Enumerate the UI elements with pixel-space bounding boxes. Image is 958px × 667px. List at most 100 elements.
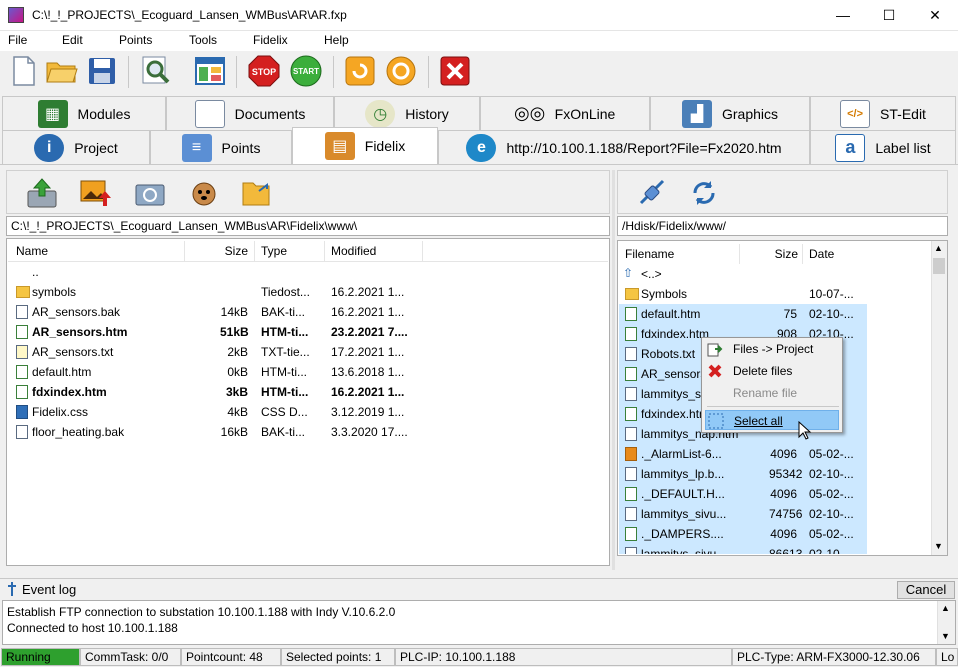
refresh-button[interactable] bbox=[383, 53, 419, 89]
minimize-button[interactable]: — bbox=[820, 0, 866, 31]
cell-filename: Symbols bbox=[641, 287, 688, 301]
dog-button[interactable] bbox=[186, 175, 222, 211]
pin-icon[interactable] bbox=[6, 581, 18, 597]
menu-tools[interactable]: Tools bbox=[189, 33, 217, 47]
local-path-field[interactable]: C:\!_!_PROJECTS\_Ecoguard_Lansen_WMBus\A… bbox=[6, 216, 610, 236]
tab-fxonline[interactable]: ◎◎ FxOnLine bbox=[480, 96, 650, 130]
column-divider bbox=[184, 241, 185, 261]
upload-disk-icon bbox=[27, 178, 57, 208]
table-row[interactable]: lammitys_lp.b... 95342 02-10-... bbox=[619, 464, 867, 484]
cell-size: 95342 bbox=[769, 467, 803, 481]
tab-documents[interactable]: Documents bbox=[166, 96, 334, 130]
open-folder-icon bbox=[46, 62, 78, 83]
table-row[interactable]: lammitys_sivu... 74756 02-10-... bbox=[619, 504, 867, 524]
mouse-cursor-icon bbox=[798, 421, 812, 440]
tab-label-list[interactable]: a Label list bbox=[810, 130, 956, 164]
menu-edit[interactable]: Edit bbox=[62, 33, 83, 47]
exit-button[interactable] bbox=[437, 53, 473, 89]
menu-file[interactable]: File bbox=[8, 33, 27, 47]
col-type[interactable]: Type bbox=[261, 244, 287, 258]
sync-button[interactable] bbox=[686, 175, 722, 211]
new-file-button[interactable] bbox=[6, 53, 42, 89]
tab-project[interactable]: i Project bbox=[2, 130, 150, 164]
close-button[interactable]: ✕ bbox=[912, 0, 958, 31]
table-row[interactable]: ._AlarmList-6... 4096 05-02-... bbox=[619, 444, 867, 464]
tab-graphics[interactable]: ▟ Graphics bbox=[650, 96, 810, 130]
reload-button[interactable] bbox=[342, 53, 378, 89]
clock-icon: ◷ bbox=[365, 99, 396, 128]
connect-button[interactable] bbox=[634, 175, 670, 211]
browser-icon: e bbox=[466, 133, 497, 162]
menu-points[interactable]: Points bbox=[119, 33, 152, 47]
cancel-button[interactable]: Cancel bbox=[897, 581, 955, 599]
table-row[interactable]: default.htm 75 02-10-... bbox=[619, 304, 867, 324]
scroll-up-icon[interactable]: ▲ bbox=[934, 243, 943, 253]
ctx-delete-files[interactable]: Delete files bbox=[705, 361, 839, 381]
exit-icon bbox=[440, 56, 470, 86]
table-row[interactable]: .. bbox=[8, 262, 608, 282]
scroll-up-icon[interactable]: ▲ bbox=[941, 603, 950, 613]
layout-button[interactable] bbox=[192, 53, 228, 89]
upload-image-button[interactable] bbox=[78, 175, 114, 211]
table-row[interactable]: AR_sensors.txt 2kB TXT-tie... 17.2.2021 1..… bbox=[8, 342, 608, 362]
col-modified[interactable]: Modified bbox=[331, 244, 376, 258]
remote-scrollbar[interactable] bbox=[931, 241, 947, 555]
table-row[interactable]: lammitys_sivu... 86613 02-10-... bbox=[619, 544, 867, 554]
menu-fidelix[interactable]: Fidelix bbox=[253, 33, 288, 47]
tab-fidelix[interactable]: ▤ Fidelix bbox=[292, 127, 438, 164]
tab-st-edit[interactable]: </> ST-Edit bbox=[810, 96, 956, 130]
column-divider bbox=[254, 241, 255, 261]
table-row[interactable]: ._DAMPERS.... 4096 05-02-... bbox=[619, 524, 867, 544]
folder-icon bbox=[16, 286, 30, 298]
app-icon bbox=[8, 7, 24, 23]
ctx-files-to-project[interactable]: Files -> Project bbox=[705, 339, 839, 359]
cell-filename: default.htm bbox=[641, 307, 701, 321]
col-date[interactable]: Date bbox=[809, 247, 834, 261]
table-row[interactable]: ._DEFAULT.H... 4096 05-02-... bbox=[619, 484, 867, 504]
status-running: Running bbox=[1, 648, 80, 666]
maximize-button[interactable]: ☐ bbox=[866, 0, 912, 31]
table-row[interactable]: Symbols 10-07-... bbox=[619, 284, 867, 304]
table-row[interactable]: AR_sensors.htm 51kB HTM-ti... 23.2.2021 7..… bbox=[8, 322, 608, 342]
col-name[interactable]: Name bbox=[16, 244, 48, 258]
tab-label: FxOnLine bbox=[554, 105, 616, 122]
scroll-down-icon[interactable]: ▼ bbox=[941, 631, 950, 641]
cell-name: .. bbox=[32, 265, 39, 279]
table-row[interactable]: floor_heating.bak 16kB BAK-ti... 3.3.2020 1… bbox=[8, 422, 608, 442]
restore-button[interactable] bbox=[132, 175, 168, 211]
table-row[interactable]: symbols Tiedost... 16.2.2021 1... bbox=[8, 282, 608, 302]
col-size[interactable]: Size bbox=[220, 244, 248, 258]
htm-icon bbox=[16, 365, 28, 379]
table-row[interactable]: fdxindex.htm 3kB HTM-ti... 16.2.2021 1... bbox=[8, 382, 608, 402]
tab-label: Label list bbox=[875, 139, 931, 156]
table-row[interactable]: AR_sensors.bak 14kB BAK-ti... 16.2.2021 1..… bbox=[8, 302, 608, 322]
cell-type: Tiedost... bbox=[261, 285, 310, 299]
tab-points[interactable]: ≡ Points bbox=[150, 130, 292, 164]
cabinet-icon: ▤ bbox=[324, 132, 355, 160]
folder-nav-button[interactable] bbox=[238, 175, 274, 211]
table-row[interactable]: Fidelix.css 4kB CSS D... 3.12.2019 1... bbox=[8, 402, 608, 422]
ctx-select-all[interactable]: Select all bbox=[705, 410, 839, 430]
cell-name: AR_sensors.htm bbox=[32, 325, 128, 339]
scroll-thumb[interactable] bbox=[933, 258, 945, 274]
modules-icon: ▦ bbox=[37, 99, 68, 128]
tab-history[interactable]: ◷ History bbox=[334, 96, 480, 130]
col-size[interactable]: Size bbox=[770, 247, 798, 261]
menu-help[interactable]: Help bbox=[324, 33, 349, 47]
upload-button[interactable] bbox=[24, 175, 60, 211]
search-button[interactable] bbox=[138, 53, 174, 89]
scroll-down-icon[interactable]: ▼ bbox=[934, 541, 943, 551]
remote-path-field[interactable]: /Hdisk/Fidelix/www/ bbox=[617, 216, 948, 236]
folder-icon bbox=[625, 288, 639, 300]
tab-modules[interactable]: ▦ Modules bbox=[2, 96, 166, 130]
img-icon bbox=[625, 447, 637, 461]
table-row[interactable]: ⇧ <..> bbox=[619, 264, 867, 284]
save-button[interactable] bbox=[84, 53, 120, 89]
panel-splitter[interactable] bbox=[612, 170, 615, 570]
open-folder-button[interactable] bbox=[44, 53, 80, 89]
cell-size: 4096 bbox=[770, 527, 797, 541]
tab-row-bottom: i Project ≡ Points ▤ Fidelix e http://10… bbox=[0, 127, 958, 164]
tab-report-url[interactable]: e http://10.100.1.188/Report?File=Fx2020… bbox=[438, 130, 810, 164]
col-filename[interactable]: Filename bbox=[625, 247, 674, 261]
table-row[interactable]: default.htm 0kB HTM-ti... 13.6.2018 1... bbox=[8, 362, 608, 382]
